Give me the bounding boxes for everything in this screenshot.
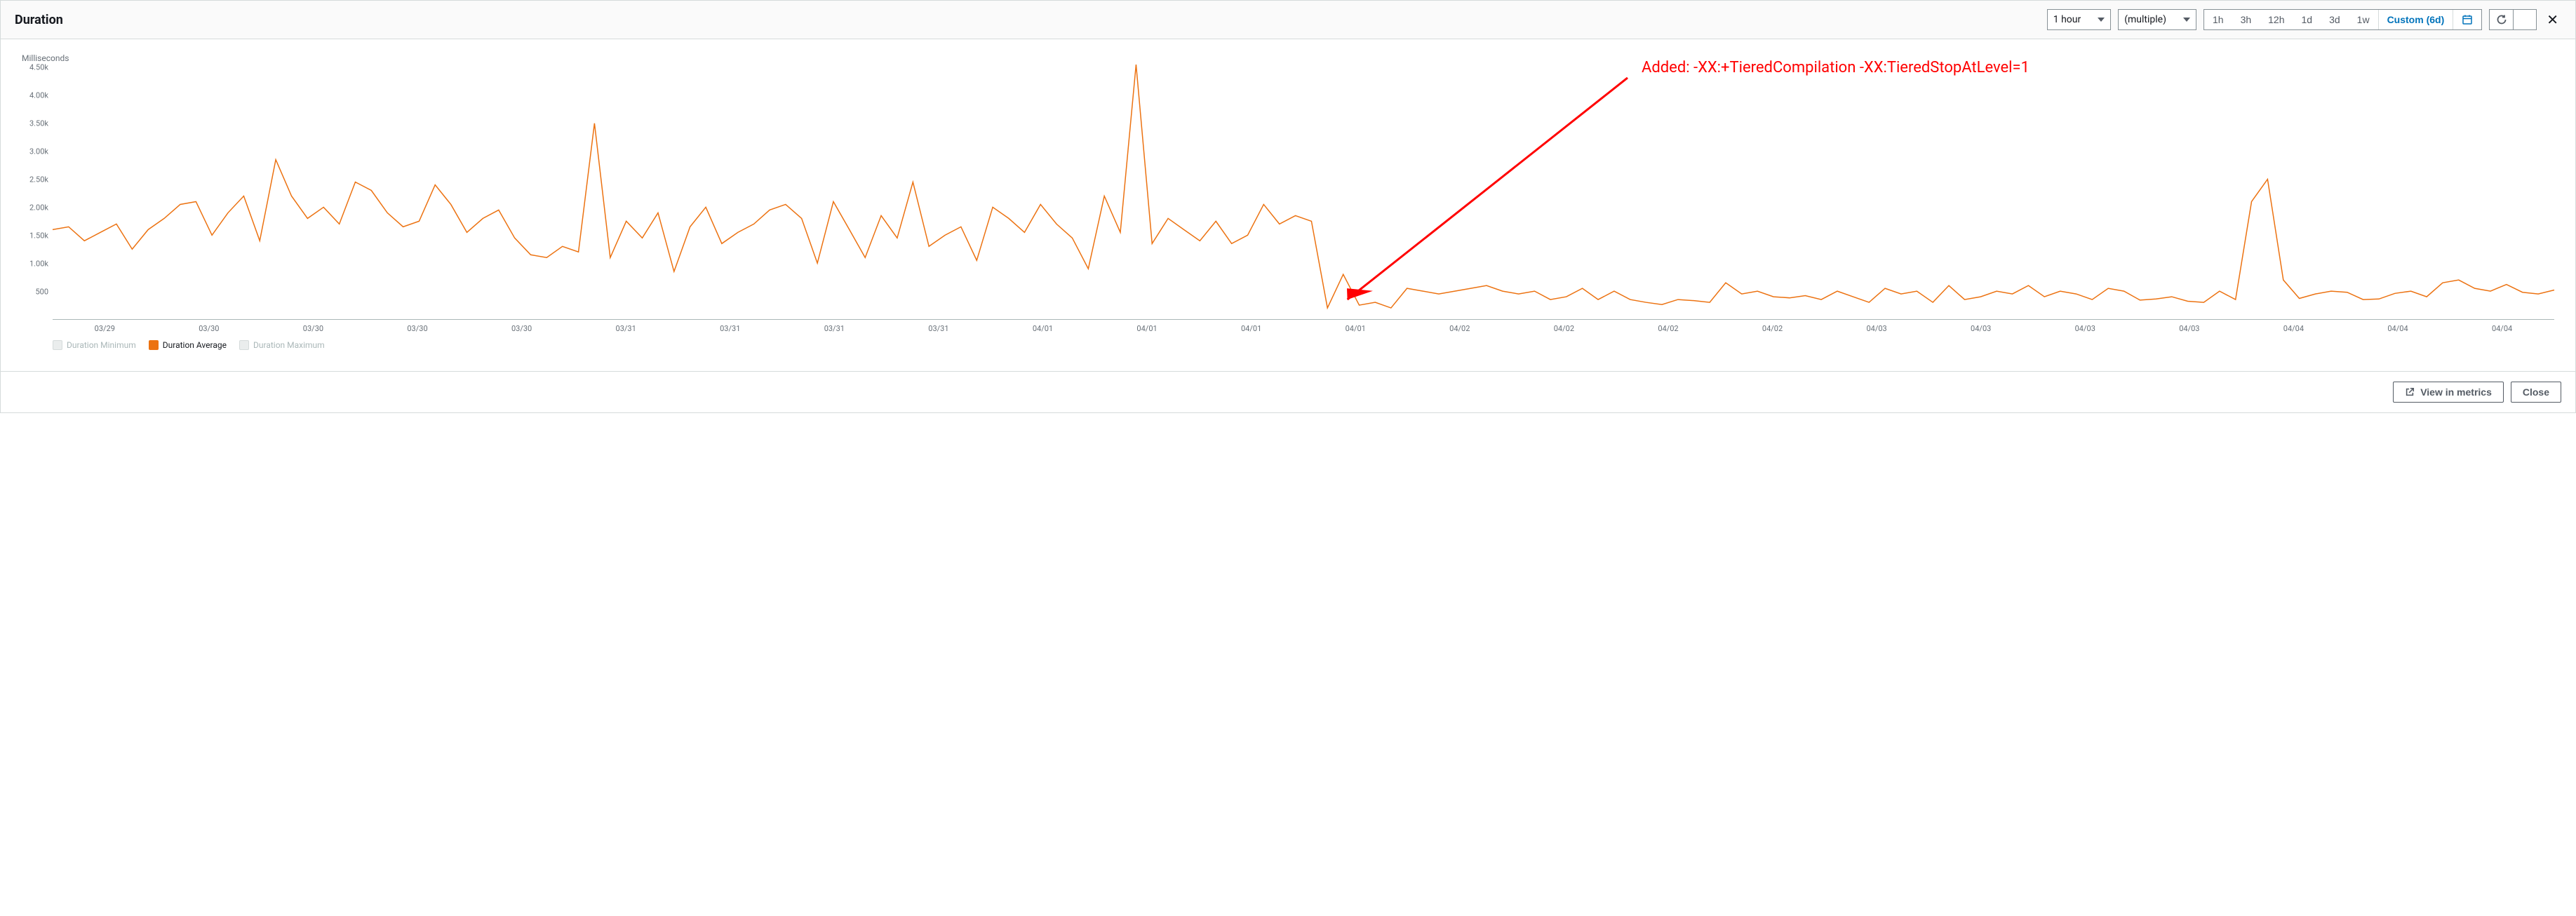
x-tick: 04/01 xyxy=(1199,324,1303,333)
refresh-icon xyxy=(2496,14,2507,25)
plot: 5001.00k1.50k2.00k2.50k3.00k3.50k4.00k4.… xyxy=(22,67,2554,320)
y-tick: 1.00k xyxy=(29,260,48,269)
annotation-arrow xyxy=(1348,78,1628,299)
x-tick: 04/01 xyxy=(991,324,1095,333)
legend: Duration Minimum Duration Average Durati… xyxy=(53,340,2554,350)
close-button[interactable]: ✕ xyxy=(2544,11,2561,29)
range-3h[interactable]: 3h xyxy=(2232,10,2260,29)
y-tick: 4.00k xyxy=(29,91,48,100)
panel-header: Duration 1 hour (multiple) 1h 3h 12h 1d … xyxy=(1,1,2575,39)
legend-label: Duration Minimum xyxy=(67,340,136,350)
x-tick: 03/29 xyxy=(53,324,157,333)
statistic-select[interactable]: (multiple) xyxy=(2118,9,2196,30)
chevron-down-icon xyxy=(2098,18,2105,22)
panel-footer: View in metrics Close xyxy=(1,371,2575,412)
series-line xyxy=(53,65,2554,308)
y-axis-label: Milliseconds xyxy=(22,53,2554,63)
x-axis: 03/2903/3003/3003/3003/3003/3103/3103/31… xyxy=(53,324,2554,333)
x-tick: 04/02 xyxy=(1720,324,1825,333)
range-12h[interactable]: 12h xyxy=(2260,10,2293,29)
x-tick: 04/03 xyxy=(2033,324,2138,333)
legend-swatch xyxy=(53,340,62,350)
x-tick: 04/01 xyxy=(1095,324,1200,333)
y-tick: 500 xyxy=(35,288,48,297)
x-tick: 04/03 xyxy=(2138,324,2242,333)
x-tick: 03/30 xyxy=(469,324,574,333)
statistic-select-label: (multiple) xyxy=(2124,14,2166,25)
period-select-label: 1 hour xyxy=(2053,14,2081,25)
close-icon: ✕ xyxy=(2547,13,2558,28)
close-footer-label: Close xyxy=(2523,386,2549,398)
range-1d[interactable]: 1d xyxy=(2293,10,2321,29)
line-chart-svg xyxy=(53,67,2554,319)
x-tick: 03/31 xyxy=(887,324,991,333)
y-axis: 5001.00k1.50k2.00k2.50k3.00k3.50k4.00k4.… xyxy=(22,67,53,320)
y-tick: 2.00k xyxy=(29,203,48,213)
y-tick: 4.50k xyxy=(29,63,48,72)
y-tick: 2.50k xyxy=(29,175,48,184)
legend-item-min[interactable]: Duration Minimum xyxy=(53,340,136,350)
refresh-menu-button[interactable] xyxy=(2513,9,2537,30)
calendar-button[interactable] xyxy=(2453,10,2481,29)
range-3d[interactable]: 3d xyxy=(2321,10,2349,29)
calendar-icon xyxy=(2462,14,2473,25)
metric-panel: Duration 1 hour (multiple) 1h 3h 12h 1d … xyxy=(0,0,2576,413)
time-range-segmented: 1h 3h 12h 1d 3d 1w Custom (6d) xyxy=(2203,9,2482,30)
y-tick: 1.50k xyxy=(29,231,48,241)
x-tick: 04/03 xyxy=(1928,324,2033,333)
x-tick: 04/04 xyxy=(2346,324,2450,333)
range-custom[interactable]: Custom (6d) xyxy=(2379,10,2453,29)
chevron-down-icon xyxy=(2183,18,2190,22)
legend-item-max[interactable]: Duration Maximum xyxy=(239,340,325,350)
x-tick: 04/01 xyxy=(1303,324,1408,333)
plot-area[interactable] xyxy=(53,67,2554,320)
period-select[interactable]: 1 hour xyxy=(2047,9,2112,30)
x-tick: 03/31 xyxy=(574,324,678,333)
x-tick: 04/02 xyxy=(1616,324,1721,333)
legend-label: Duration Average xyxy=(163,340,227,350)
x-tick: 03/30 xyxy=(365,324,470,333)
refresh-button[interactable] xyxy=(2489,9,2513,30)
range-1h[interactable]: 1h xyxy=(2204,10,2232,29)
legend-swatch xyxy=(239,340,249,350)
view-in-metrics-label: View in metrics xyxy=(2420,386,2492,398)
x-tick: 04/04 xyxy=(2241,324,2346,333)
legend-item-avg[interactable]: Duration Average xyxy=(149,340,227,350)
x-tick: 03/31 xyxy=(678,324,782,333)
x-tick: 04/02 xyxy=(1408,324,1512,333)
x-tick: 04/03 xyxy=(1825,324,1929,333)
x-tick: 03/30 xyxy=(261,324,365,333)
y-tick: 3.00k xyxy=(29,147,48,156)
legend-label: Duration Maximum xyxy=(253,340,325,350)
range-1w[interactable]: 1w xyxy=(2349,10,2378,29)
annotation-arrowhead xyxy=(1347,288,1373,299)
x-tick: 03/31 xyxy=(782,324,887,333)
external-link-icon xyxy=(2405,387,2415,397)
view-in-metrics-button[interactable]: View in metrics xyxy=(2393,382,2504,403)
x-tick: 04/02 xyxy=(1512,324,1616,333)
legend-swatch xyxy=(149,340,159,350)
panel-title: Duration xyxy=(15,13,63,27)
y-tick: 3.50k xyxy=(29,119,48,128)
chart-container: Milliseconds Added: -XX:+TieredCompilati… xyxy=(1,39,2575,357)
x-tick: 03/30 xyxy=(157,324,262,333)
x-tick: 04/04 xyxy=(2450,324,2554,333)
close-footer-button[interactable]: Close xyxy=(2511,382,2561,403)
